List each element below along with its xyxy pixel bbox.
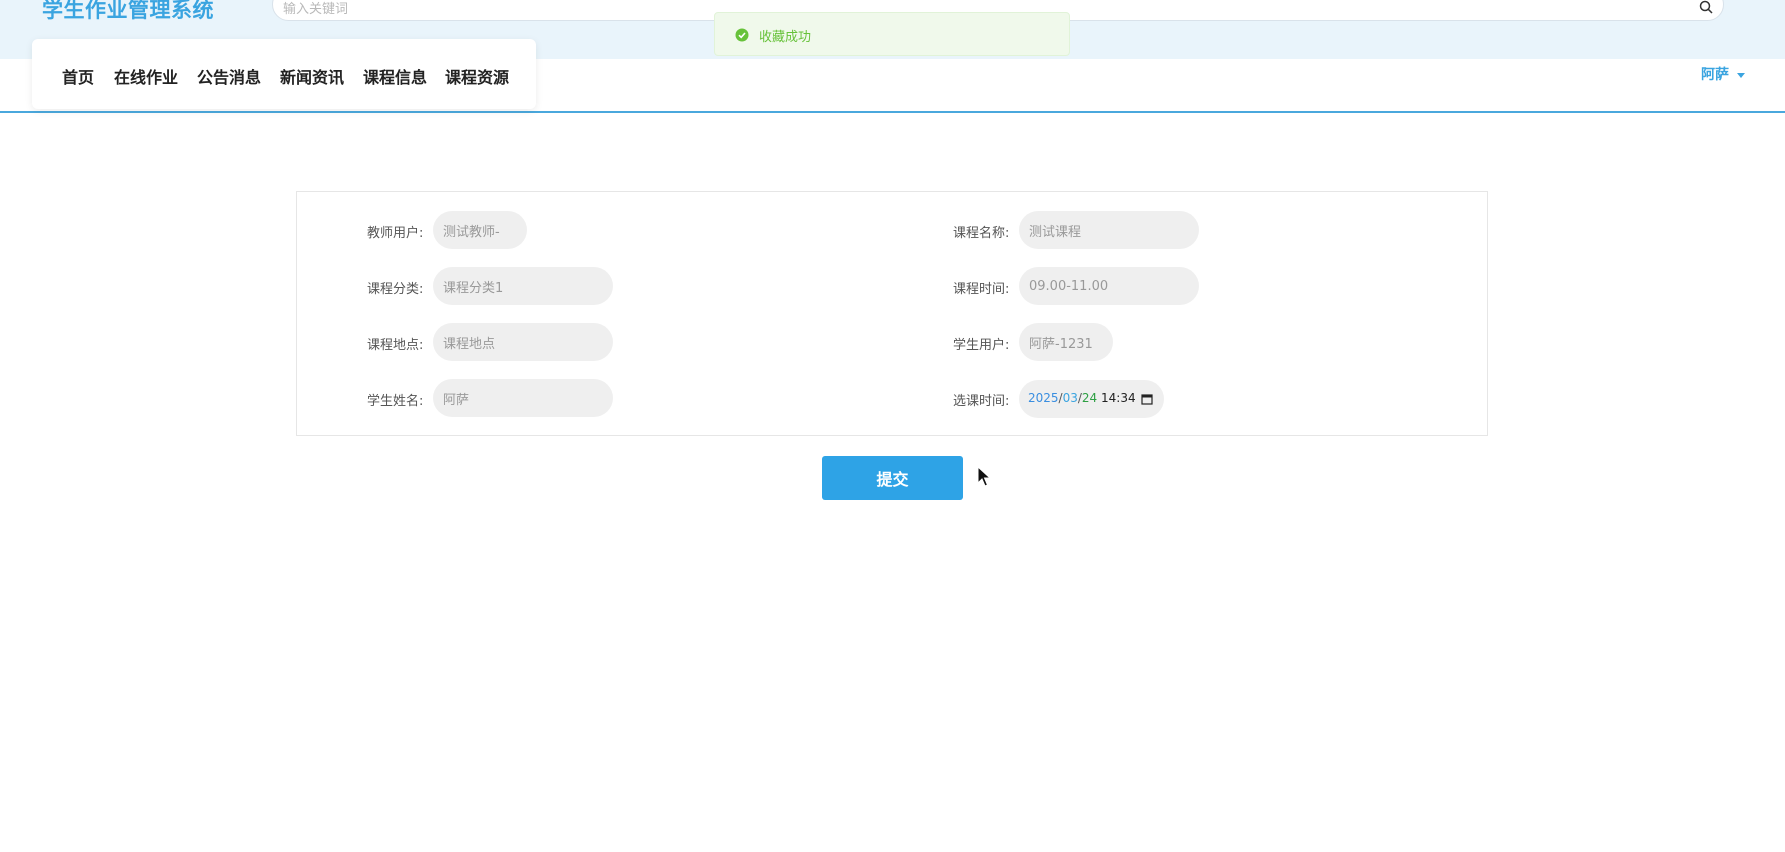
user-name: 阿萨: [1701, 67, 1729, 83]
student-user-label: 学生用户:: [953, 338, 1010, 353]
selection-time-label: 选课时间:: [953, 394, 1010, 409]
selection-time-value: 2025/03/24 14:34: [1028, 391, 1136, 405]
success-toast: 收藏成功: [714, 12, 1070, 56]
toast-message: 收藏成功: [759, 30, 812, 45]
course-location-field[interactable]: [433, 323, 613, 361]
course-time-field[interactable]: [1019, 267, 1199, 305]
course-category-field[interactable]: [433, 267, 613, 305]
nav-item-announcements[interactable]: 公告消息: [197, 64, 261, 88]
student-user-field[interactable]: [1019, 323, 1113, 361]
mouse-cursor-icon: [977, 466, 991, 487]
check-circle-icon: [735, 28, 749, 42]
teacher-user-label: 教师用户:: [367, 226, 424, 241]
selection-time-field[interactable]: 2025/03/24 14:34: [1019, 380, 1164, 418]
teacher-user-field[interactable]: [433, 211, 527, 249]
nav-item-home[interactable]: 首页: [62, 64, 94, 88]
student-name-label: 学生姓名:: [367, 394, 424, 409]
site-title[interactable]: 学生作业管理系统: [42, 0, 214, 24]
submit-button[interactable]: 提交: [822, 456, 963, 500]
nav-item-course-info[interactable]: 课程信息: [363, 64, 427, 88]
course-category-label: 课程分类:: [367, 282, 424, 297]
user-menu[interactable]: 阿萨: [1701, 64, 1745, 84]
course-name-label: 课程名称:: [953, 226, 1010, 241]
nav-item-course-resources[interactable]: 课程资源: [445, 64, 509, 88]
caret-down-icon: [1737, 72, 1745, 78]
calendar-icon[interactable]: [1141, 393, 1153, 405]
course-name-field[interactable]: [1019, 211, 1199, 249]
student-name-field[interactable]: [433, 379, 613, 417]
nav-item-online-homework[interactable]: 在线作业: [114, 64, 178, 88]
course-time-label: 课程时间:: [953, 282, 1010, 297]
search-icon[interactable]: [1699, 0, 1713, 14]
nav-item-news[interactable]: 新闻资讯: [280, 64, 344, 88]
nav-menu: 首页 在线作业 公告消息 新闻资讯 课程信息 课程资源: [32, 39, 536, 109]
course-location-label: 课程地点:: [367, 338, 424, 353]
